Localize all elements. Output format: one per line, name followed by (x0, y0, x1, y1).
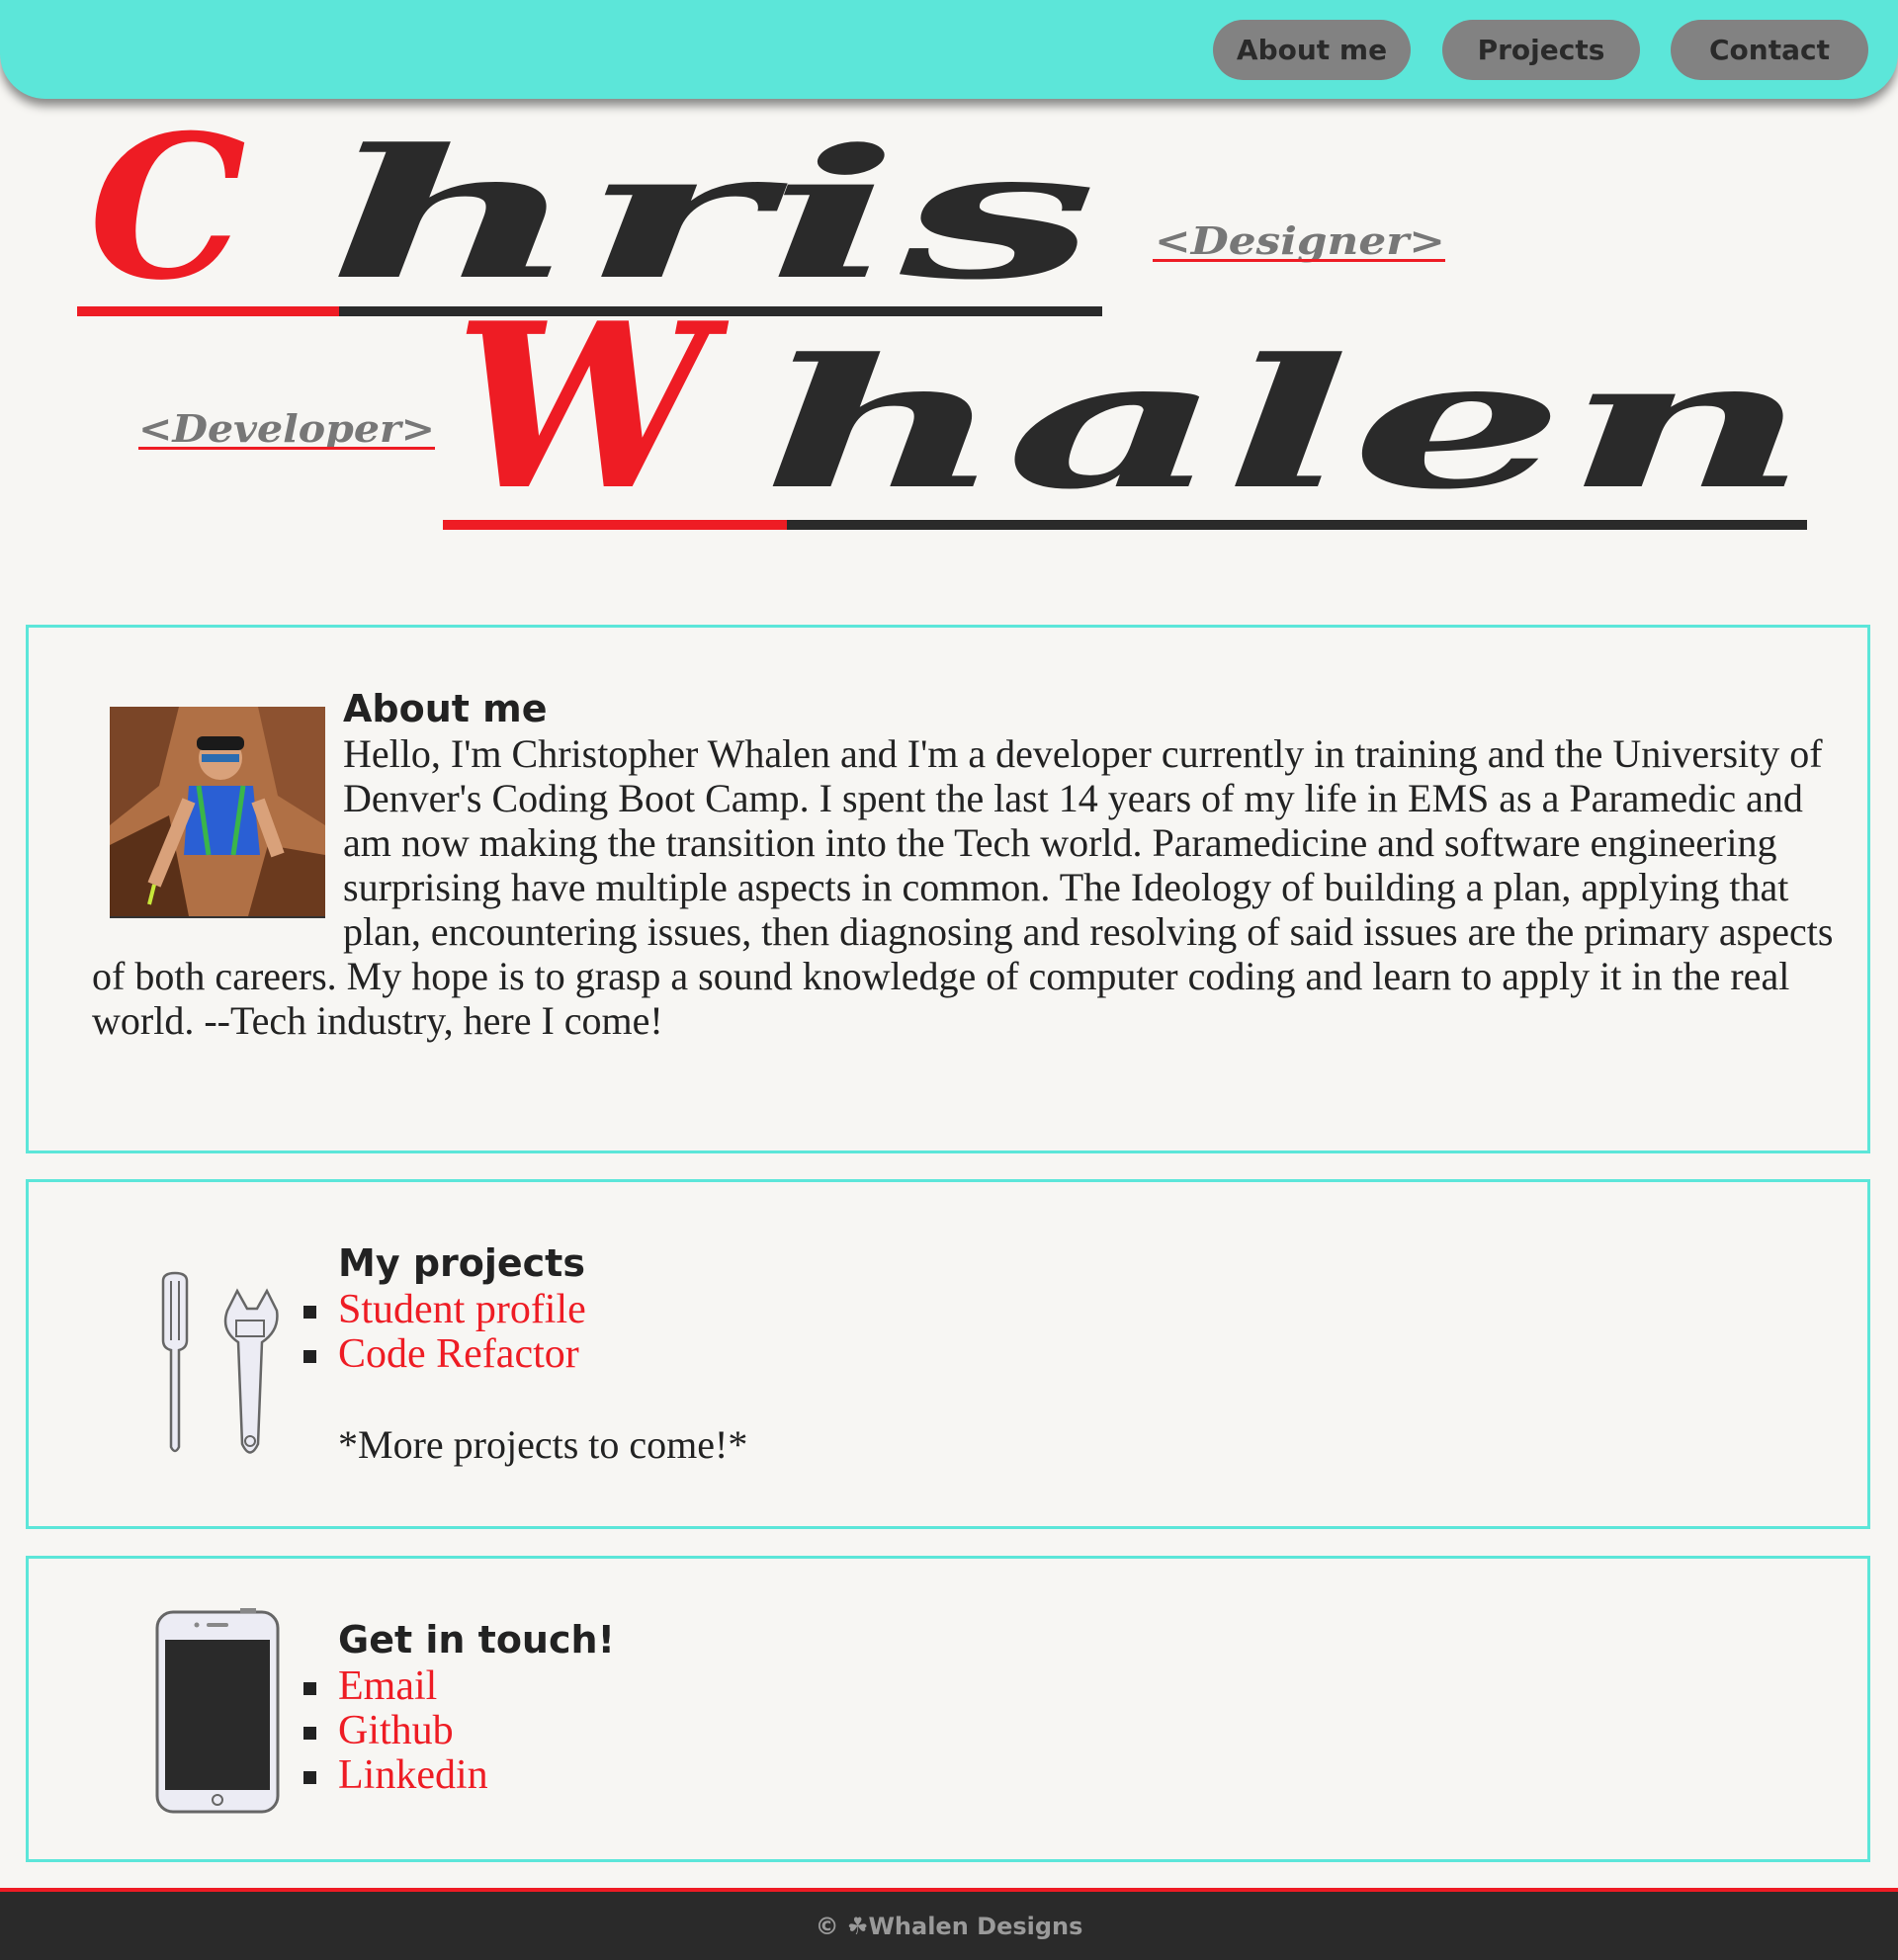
nav-about-button[interactable]: About me (1213, 20, 1411, 80)
developer-tag-underline (138, 447, 435, 450)
top-navbar: About me Projects Contact (0, 0, 1898, 99)
nav-projects-button[interactable]: Projects (1442, 20, 1640, 80)
logo-last-initial: W (455, 274, 730, 541)
projects-list: Student profile Code Refactor (303, 1288, 586, 1377)
logo-underline-dark-2 (787, 520, 1807, 530)
footer: © ☘Whalen Designs (0, 1892, 1898, 1960)
logo-last-rest: halen (761, 320, 1809, 529)
tools-icon (153, 1271, 292, 1464)
contact-link-github[interactable]: Github (303, 1709, 488, 1753)
contact-title: Get in touch! (338, 1618, 615, 1662)
logo-designer-tag: <Designer> (1155, 218, 1445, 263)
logo-underline-red (77, 306, 339, 316)
contact-section: Get in touch! Email Github Linkedin (26, 1556, 1870, 1862)
more-projects-note: *More projects to come!* (338, 1422, 748, 1467)
project-link-code-refactor[interactable]: Code Refactor (303, 1332, 586, 1377)
logo-underline-red-2 (443, 520, 787, 530)
logo-first-initial: C (89, 119, 246, 324)
about-title: About me (343, 687, 548, 730)
phone-icon (153, 1608, 282, 1821)
about-section: About me Hello, I'm Christopher Whalen a… (26, 625, 1870, 1153)
project-link-student-profile[interactable]: Student profile (303, 1288, 586, 1332)
about-body: About me Hello, I'm Christopher Whalen a… (92, 687, 1842, 1043)
logo-developer-tag: <Developer> (138, 406, 435, 451)
contact-link-email[interactable]: Email (303, 1664, 488, 1709)
contact-link-linkedin[interactable]: Linkedin (303, 1753, 488, 1798)
designer-tag-underline (1153, 259, 1445, 262)
footer-text: © ☘Whalen Designs (815, 1912, 1083, 1940)
site-logo: C hris <Designer> <Developer> W halen (0, 119, 1898, 554)
logo-underline-dark (339, 306, 1102, 316)
about-text: Hello, I'm Christopher Whalen and I'm a … (92, 731, 1834, 1043)
projects-title: My projects (338, 1241, 585, 1285)
logo-first-rest: hris (326, 119, 1097, 319)
projects-section: My projects Student profile Code Refacto… (26, 1179, 1870, 1529)
nav-contact-button[interactable]: Contact (1671, 20, 1868, 80)
contact-list: Email Github Linkedin (303, 1664, 488, 1798)
